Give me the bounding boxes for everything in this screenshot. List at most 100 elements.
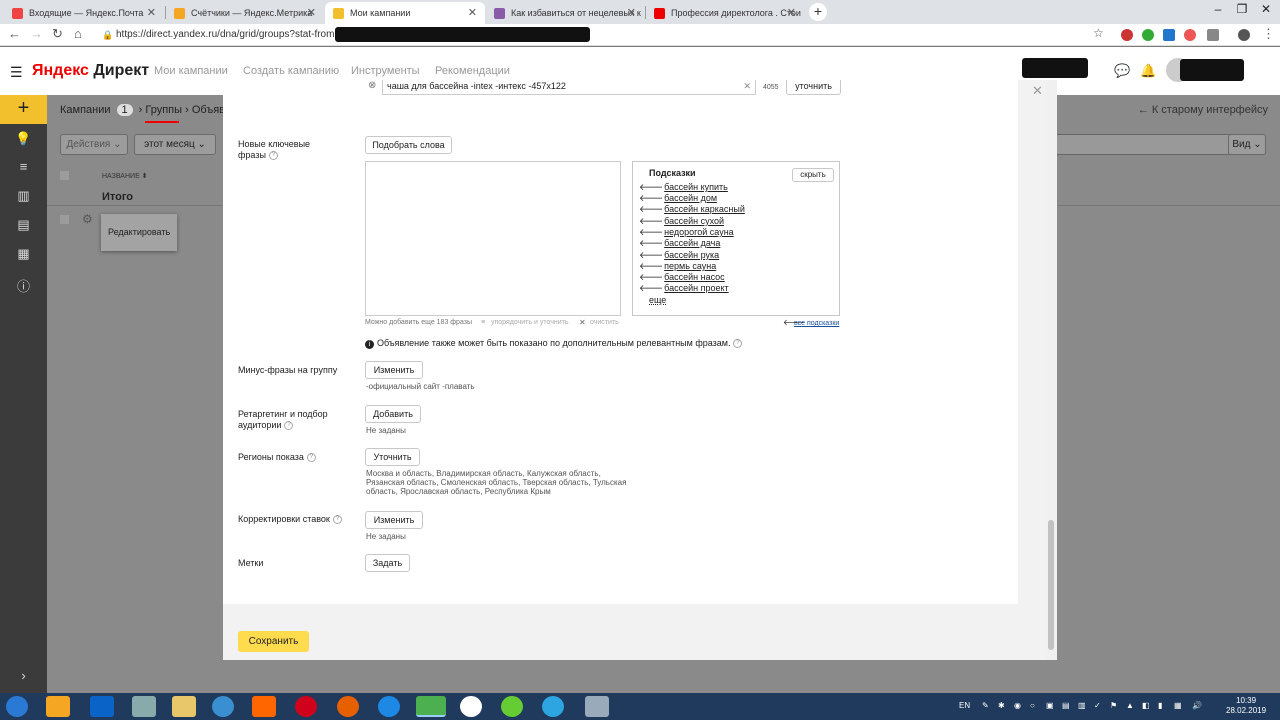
yandex-browser-icon[interactable] [460, 696, 482, 717]
menu-icon[interactable]: ☰ [10, 64, 23, 81]
new-tab-button[interactable]: + [809, 3, 827, 21]
help-icon[interactable]: ? [306, 453, 316, 463]
all-hints-link[interactable]: все подсказки [794, 319, 839, 328]
extension-icon[interactable] [1142, 29, 1154, 41]
chat-icon[interactable]: 💬 [1114, 63, 1130, 79]
mi-icon[interactable] [252, 696, 276, 717]
skype-icon[interactable] [212, 696, 234, 717]
tray-icon[interactable]: ✱ [998, 701, 1005, 710]
extension-icon[interactable] [1163, 29, 1175, 41]
scrollbar-thumb[interactable] [1048, 520, 1054, 650]
explorer-icon[interactable] [172, 696, 196, 717]
reload-icon[interactable]: ↻ [52, 26, 63, 42]
tray-icon[interactable]: ⚑ [1110, 701, 1117, 710]
hint-item[interactable]: 🡐бассейн каркасный [639, 204, 745, 215]
chart-icon[interactable]: ▥ [0, 188, 47, 204]
tray-icon[interactable]: ✓ [1094, 701, 1101, 710]
nav-tools[interactable]: Инструменты [351, 65, 420, 77]
edit-bid-adjustments-button[interactable]: Изменить [365, 511, 423, 529]
forward-icon[interactable]: → [30, 26, 43, 41]
browser-tab-youtube[interactable]: Профессия директолога . Стои ✕ [646, 2, 804, 24]
volume-icon[interactable]: 🔊 [1192, 701, 1202, 710]
crumb-campaigns[interactable]: Кампании [60, 104, 111, 116]
profile-icon[interactable] [1238, 29, 1250, 41]
close-icon[interactable]: ✕ [627, 6, 636, 19]
menu-dots-icon[interactable]: ⋮ [1262, 26, 1275, 42]
star-icon[interactable]: ☆ [1093, 26, 1104, 40]
remove-phrase-icon[interactable]: ⊗ [368, 80, 376, 91]
icq-icon[interactable] [501, 696, 523, 717]
hint-item[interactable]: 🡐бассейн проект [639, 283, 729, 294]
nav-my-campaigns[interactable]: Мои кампании [154, 65, 228, 77]
clear-icon[interactable]: ✕ [743, 80, 751, 94]
hint-item[interactable]: 🡐недорогой сауна [639, 227, 734, 238]
lightbulb-icon[interactable]: 💡 [0, 131, 47, 147]
add-retargeting-button[interactable]: Добавить [365, 405, 421, 423]
pick-words-button[interactable]: Подобрать слова [365, 136, 452, 154]
maximize-icon[interactable]: ❐ [1230, 2, 1254, 16]
tray-icon[interactable]: ▤ [1062, 701, 1070, 710]
logo[interactable]: Яндекс Директ [32, 62, 149, 80]
stack-icon[interactable]: ▤ [0, 217, 47, 233]
minimize-icon[interactable]: – [1206, 2, 1230, 16]
clear-link[interactable]: очистить [590, 318, 619, 327]
back-icon[interactable]: ← [8, 26, 21, 41]
hint-item[interactable]: 🡐бассейн рука [639, 250, 719, 261]
firefox-icon[interactable] [337, 696, 359, 717]
ie-icon[interactable] [378, 696, 400, 717]
info-icon[interactable]: ⓘ [0, 276, 47, 295]
nav-recommendations[interactable]: Рекомендации [435, 65, 510, 77]
telegram-icon[interactable] [542, 696, 564, 717]
edit-popup[interactable]: Редактировать [101, 214, 177, 251]
network-icon[interactable]: ▦ [1174, 701, 1182, 710]
tray-icon[interactable]: ▲ [1126, 701, 1134, 710]
tray-icon[interactable]: ✎ [982, 701, 989, 710]
outlook-icon[interactable] [90, 696, 114, 717]
hint-item[interactable]: 🡐бассейн купить [639, 182, 728, 193]
close-icon[interactable]: ✕ [1032, 83, 1043, 99]
select-all-checkbox[interactable] [60, 171, 69, 180]
actions-button[interactable]: Действия ⌄ [60, 134, 128, 155]
close-icon[interactable]: ✕ [468, 6, 477, 19]
hint-item[interactable]: 🡐бассейн дача [639, 238, 720, 249]
set-tags-button[interactable]: Задать [365, 554, 410, 572]
column-name[interactable]: НАЗВАНИЕ ⬍ [102, 172, 148, 180]
tray-icon[interactable]: ▮ [1158, 701, 1162, 710]
extension-icon[interactable] [1121, 29, 1133, 41]
close-icon[interactable]: ✕ [147, 6, 156, 19]
edit-minus-phrases-button[interactable]: Изменить [365, 361, 423, 379]
close-icon[interactable]: ✕ [307, 6, 316, 19]
more-hints-link[interactable]: еще [649, 295, 666, 305]
save-button[interactable]: Сохранить [238, 631, 309, 652]
help-icon[interactable]: ? [733, 339, 743, 349]
start-icon[interactable] [6, 696, 28, 717]
url-field[interactable]: 🔒 https://direct.yandex.ru/dna/grid/grou… [100, 27, 1090, 43]
keyword-phrase-input[interactable]: чаша для бассейна -intex -интекс -457x12… [382, 80, 756, 95]
tray-icon[interactable]: ○ [1030, 701, 1035, 710]
browser-tab-metrika[interactable]: Счётчики — Яндекс.Метрика ✕ [166, 2, 324, 24]
crumb-groups[interactable]: Группы [145, 104, 182, 116]
hint-item[interactable]: 🡐бассейн насос [639, 272, 725, 283]
chrome-icon[interactable] [416, 696, 446, 717]
close-icon[interactable]: ✕ [787, 6, 796, 19]
new-keywords-textarea[interactable] [365, 161, 621, 316]
help-icon[interactable]: ? [332, 515, 342, 525]
view-button[interactable]: Вид ⌄ [1228, 134, 1266, 155]
extension-icon[interactable] [1184, 29, 1196, 41]
old-interface-link[interactable]: ← К старому интерфейсу [1138, 104, 1268, 116]
gear-icon[interactable]: ⚙ [82, 212, 93, 226]
tray-icon[interactable]: ▣ [1046, 701, 1054, 710]
browser-tab-mail[interactable]: Входящие — Яндекс.Почта ✕ [4, 2, 164, 24]
calculator-icon[interactable] [132, 696, 156, 717]
row-checkbox[interactable] [60, 215, 69, 224]
help-icon[interactable]: ? [284, 421, 294, 431]
tray-icon[interactable]: ▥ [1078, 701, 1086, 710]
nav-create-campaign[interactable]: Создать кампанию [243, 65, 339, 77]
tray-icon[interactable]: ◉ [1014, 701, 1021, 710]
opera-icon[interactable] [295, 696, 317, 717]
expand-icon[interactable]: › [0, 668, 47, 683]
crumb-ads[interactable]: Объяв [192, 104, 225, 116]
hint-item[interactable]: 🡐бассейн сухой [639, 216, 724, 227]
media-player-icon[interactable] [46, 696, 70, 717]
grid-icon[interactable]: ▦ [0, 246, 47, 262]
